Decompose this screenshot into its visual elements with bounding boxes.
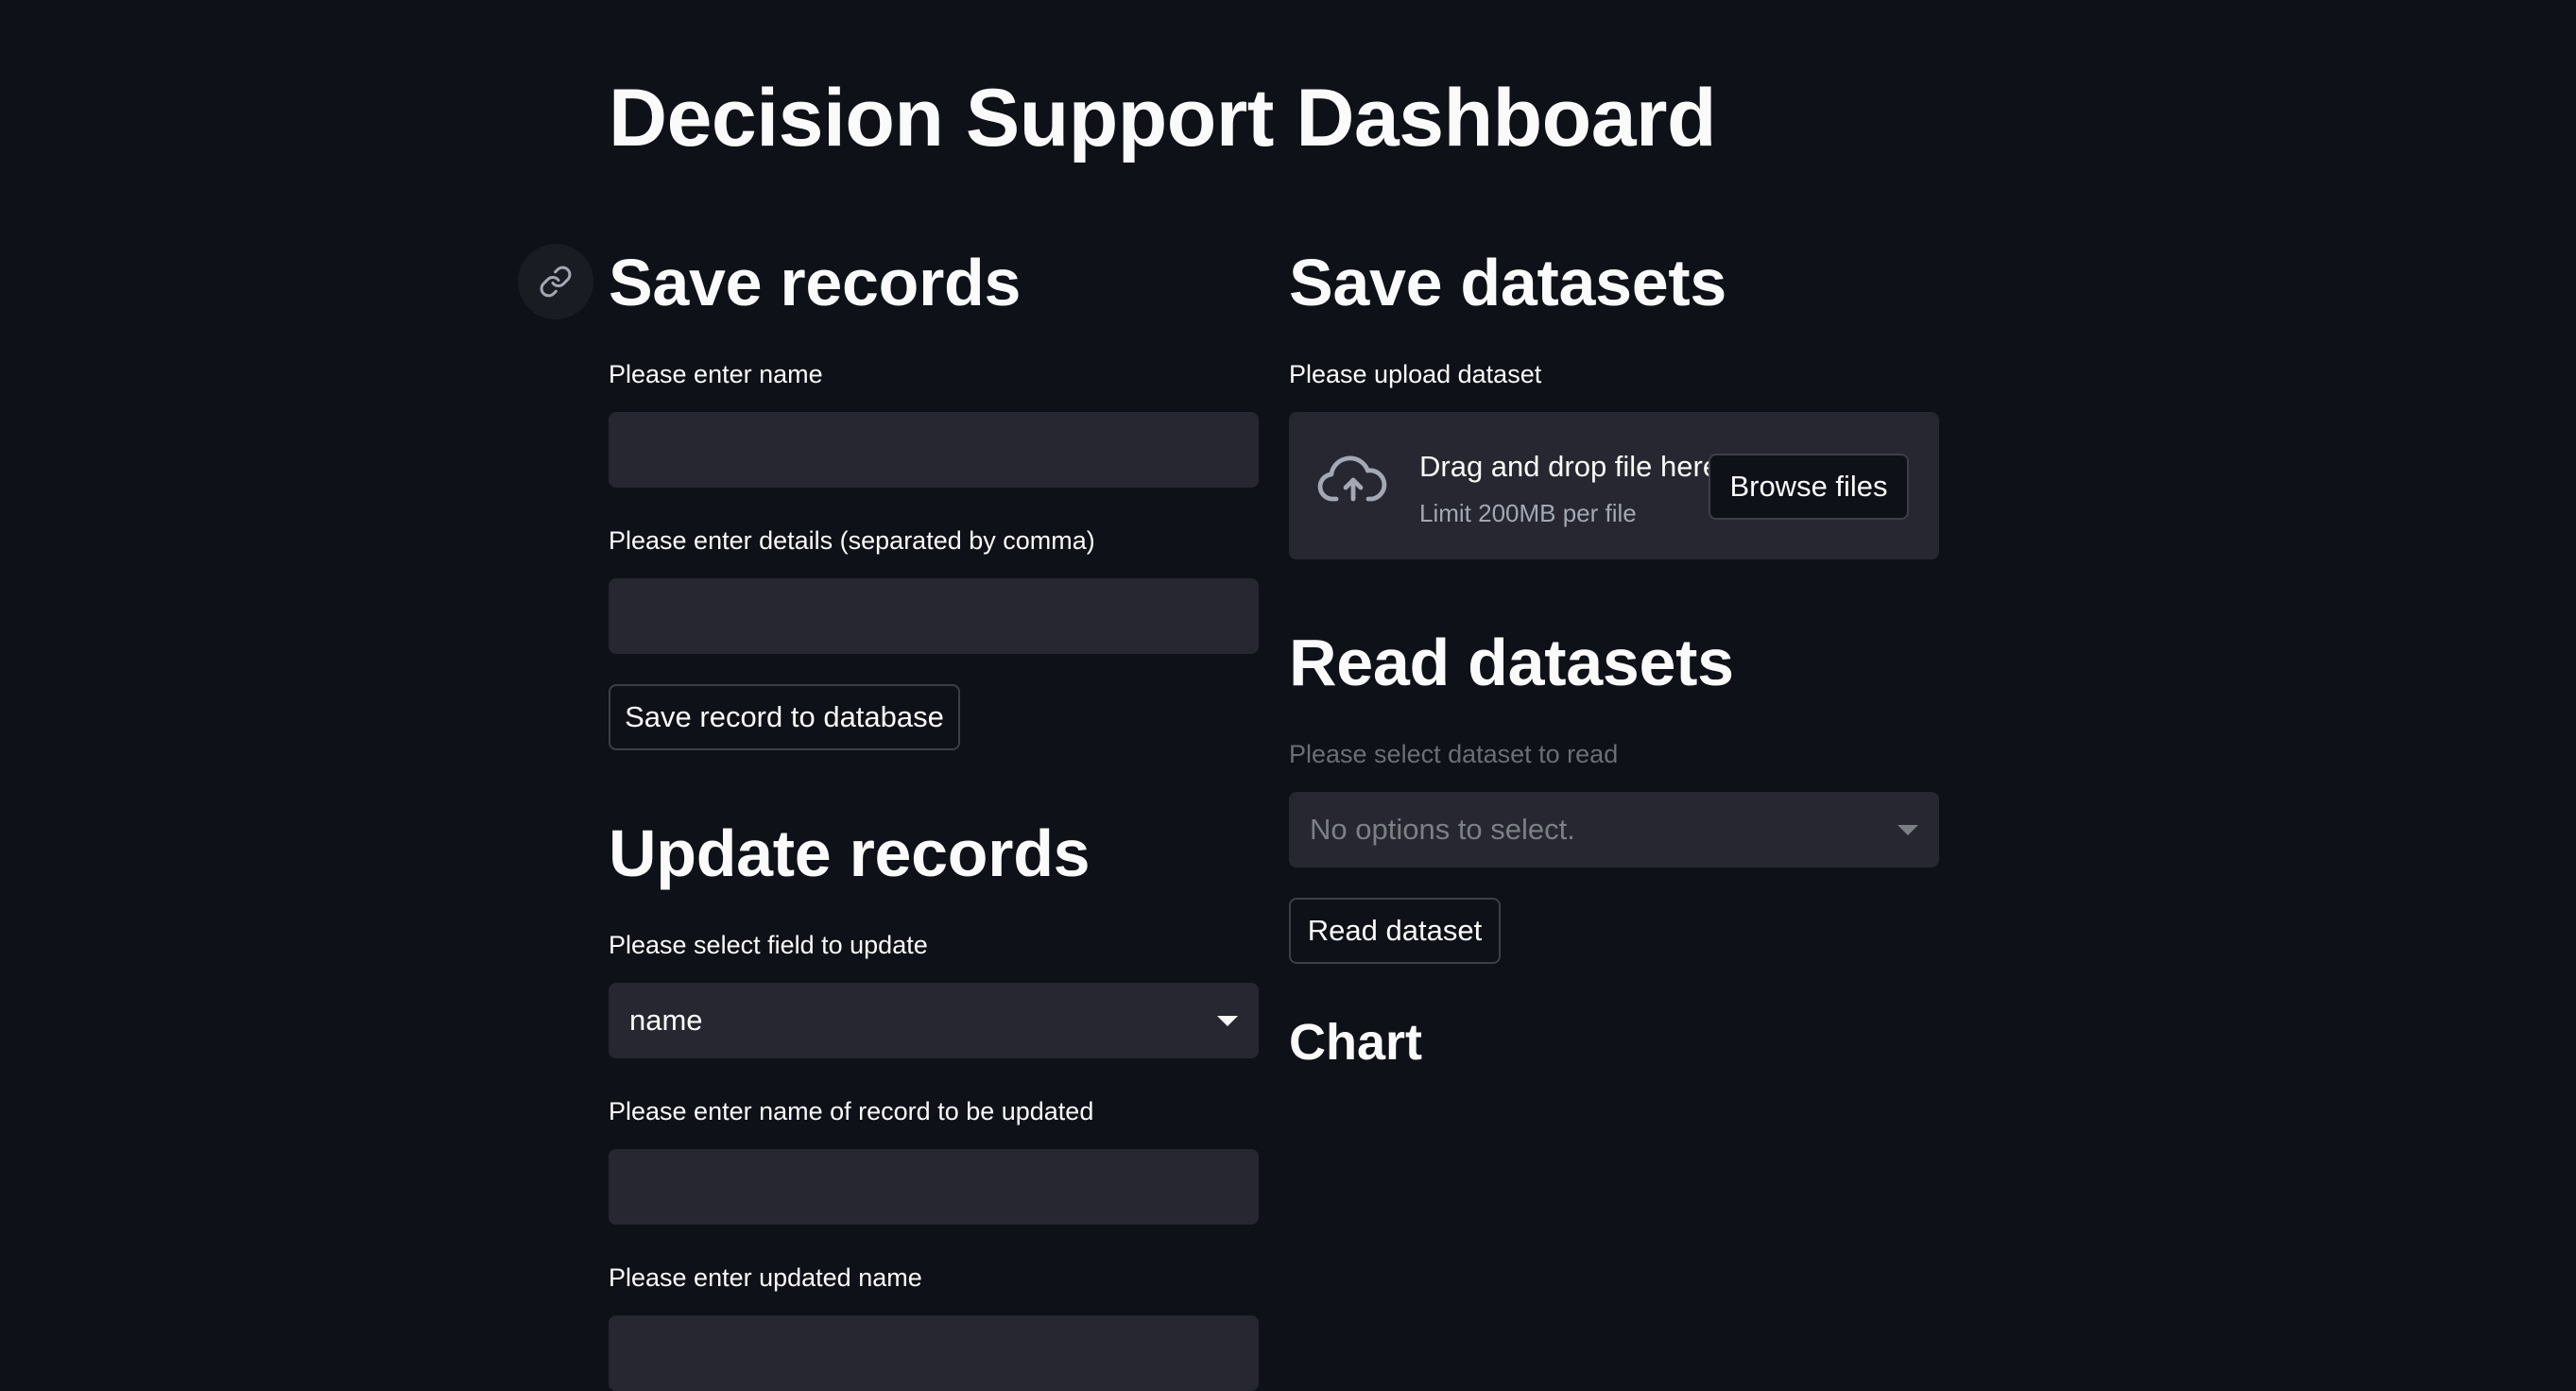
details-label: Please enter details (separated by comma…	[609, 526, 1095, 555]
upload-label: Please upload dataset	[1289, 360, 1542, 388]
name-label: Please enter name	[609, 360, 823, 388]
chart-heading: Chart	[1289, 1014, 1423, 1071]
field-select-value: name	[629, 1004, 703, 1037]
update-records-heading: Update records	[609, 816, 1091, 890]
file-limit-text: Limit 200MB per file	[1419, 499, 1637, 527]
link-icon	[540, 266, 572, 298]
page-title: Decision Support Dashboard	[609, 73, 1717, 163]
dataset-select-label: Please select dataset to read	[1289, 740, 1619, 768]
record-name-input[interactable]	[609, 1149, 1259, 1225]
save-datasets-heading: Save datasets	[1289, 246, 1727, 319]
field-select[interactable]: name	[609, 983, 1259, 1058]
save-record-button[interactable]: Save record to database	[609, 684, 960, 750]
drop-zone-text: Drag and drop file here	[1419, 450, 1720, 483]
field-select-label: Please select field to update	[609, 931, 928, 959]
read-dataset-button[interactable]: Read dataset	[1289, 898, 1501, 964]
chevron-down-icon	[1898, 824, 1918, 835]
details-input[interactable]	[609, 578, 1259, 654]
file-uploader-dropzone[interactable]: Drag and drop file here Limit 200MB per …	[1289, 412, 1939, 559]
dataset-select[interactable]: No options to select.	[1289, 792, 1939, 867]
save-records-heading: Save records	[609, 246, 1022, 319]
browse-files-button[interactable]: Browse files	[1709, 454, 1909, 520]
read-datasets-heading: Read datasets	[1289, 626, 1734, 699]
dataset-select-value: No options to select.	[1310, 813, 1575, 846]
cloud-upload-icon	[1317, 455, 1387, 502]
name-input[interactable]	[609, 412, 1259, 488]
updated-name-label: Please enter updated name	[609, 1263, 922, 1292]
updated-name-input[interactable]	[609, 1315, 1259, 1391]
anchor-link-button[interactable]	[518, 244, 593, 319]
record-name-label: Please enter name of record to be update…	[609, 1097, 1094, 1125]
chevron-down-icon	[1217, 1015, 1238, 1026]
